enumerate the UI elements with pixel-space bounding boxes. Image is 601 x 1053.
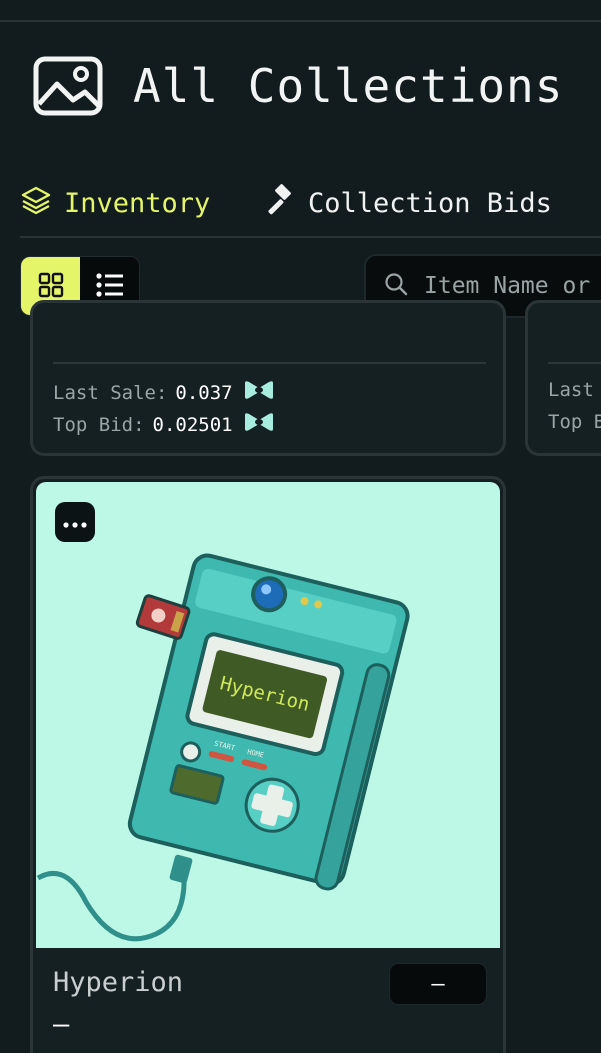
search-input[interactable] (422, 272, 601, 300)
top-bid-label: Top Bid: (53, 413, 145, 436)
top-bid-row: Top B (548, 411, 601, 433)
tab-collection-bids[interactable]: Collection Bids (262, 170, 552, 236)
card-divider (548, 362, 601, 364)
grid-icon (38, 272, 64, 302)
card-divider (53, 362, 486, 364)
collection-card[interactable]: Last Sale: 0.037 Top Bid: 0.02501 (30, 300, 506, 456)
top-bid-label: Top B (548, 411, 601, 433)
last-sale-value: 0.037 (175, 381, 233, 404)
last-sale-row: Last (548, 379, 594, 401)
item-name: Hyperion (53, 967, 184, 998)
top-bid-row: Top Bid: 0.02501 (53, 411, 275, 438)
device-illustration: Hyperion START HOME (36, 553, 410, 942)
page-title: All Collections (133, 59, 564, 113)
more-options-button[interactable] (55, 502, 95, 542)
tab-collection-bids-label: Collection Bids (308, 187, 552, 219)
tab-inventory-label: Inventory (64, 187, 211, 219)
tabs-divider (20, 236, 601, 238)
item-card[interactable]: Hyperion START HOME Hyperion – – (30, 476, 506, 1053)
top-bid-value: 0.02501 (152, 413, 233, 436)
tab-bar: Inventory Collection Bids (20, 170, 601, 238)
last-sale-label: Last (548, 379, 594, 401)
image-icon (33, 56, 103, 116)
app-root: All Collections Inventory Collection Bid (0, 0, 601, 1053)
page-header: All Collections (33, 56, 563, 116)
list-icon (95, 272, 124, 302)
item-image: Hyperion START HOME (36, 482, 500, 948)
more-icon (63, 513, 87, 532)
tab-inventory[interactable]: Inventory (20, 170, 224, 238)
item-subtitle: – (53, 1009, 70, 1040)
layers-icon (20, 184, 64, 223)
token-icon (243, 379, 275, 406)
token-icon (243, 411, 275, 438)
gavel-icon (262, 183, 308, 224)
price-pill[interactable]: – (389, 963, 487, 1005)
last-sale-row: Last Sale: 0.037 (53, 379, 275, 406)
search-icon (384, 272, 408, 300)
last-sale-label: Last Sale: (53, 381, 168, 404)
collection-card[interactable]: Last Top B (525, 300, 601, 456)
top-divider (0, 20, 601, 22)
